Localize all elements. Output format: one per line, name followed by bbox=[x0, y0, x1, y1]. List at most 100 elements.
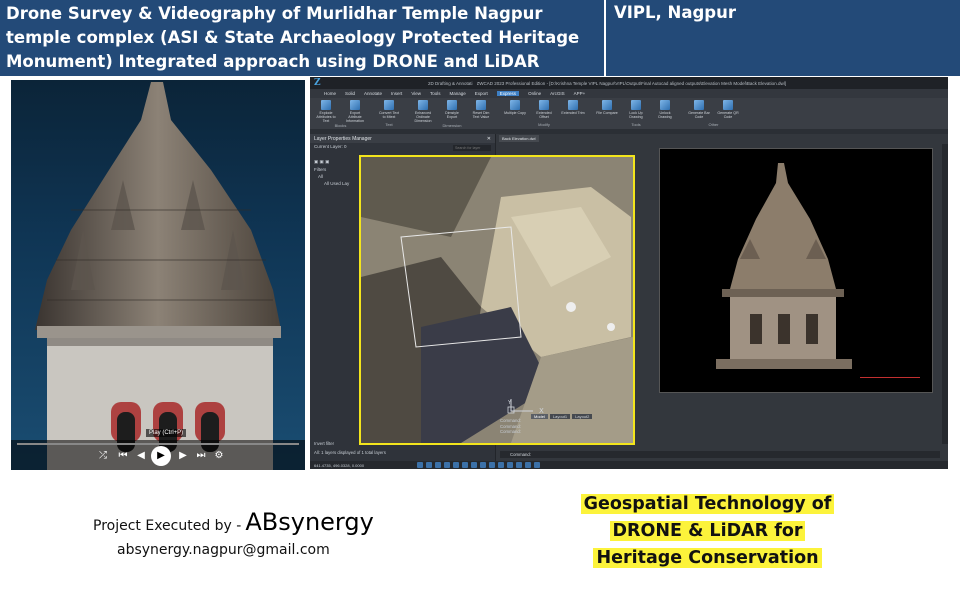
temple-pointcloud-video[interactable]: Play (Ctrl+P) ⤮ ⏮ ◀ ▶ ▶ ⏭ ⚙ bbox=[11, 80, 305, 470]
status-toggle-icon[interactable] bbox=[426, 462, 432, 468]
menu-annotate[interactable]: Annotate bbox=[364, 91, 382, 96]
tool-icon bbox=[539, 100, 549, 110]
layer-panel-title: Layer Properties Manager bbox=[314, 136, 372, 142]
menu-export[interactable]: Export bbox=[475, 91, 488, 96]
status-toggle-icon[interactable] bbox=[489, 462, 495, 468]
tool-label: Reset Dim Text Value bbox=[472, 111, 490, 119]
status-toggle-icon[interactable] bbox=[534, 462, 540, 468]
status-toggle-icon[interactable] bbox=[453, 462, 459, 468]
menu-express[interactable]: Express bbox=[496, 91, 520, 96]
ribbon-group-label: Dimension bbox=[442, 123, 462, 128]
tool-icon bbox=[631, 100, 641, 110]
menu-tools[interactable]: Tools bbox=[430, 91, 441, 96]
status-toggle-icon[interactable] bbox=[507, 462, 513, 468]
new-vp-layer-icon[interactable]: ▣ bbox=[320, 159, 324, 164]
video-player-controls: ⤮ ⏮ ◀ ▶ ▶ ⏭ ⚙ bbox=[11, 440, 305, 470]
tool-label: Generate QR Code bbox=[717, 111, 739, 119]
tool-icon bbox=[694, 100, 704, 110]
doc-tab-back-elevation[interactable]: Back Elevation.dwl bbox=[499, 135, 539, 142]
tool-lock-up-drawing[interactable]: Lock Up Drawing bbox=[624, 100, 648, 119]
shuffle-icon[interactable]: ⤮ bbox=[97, 450, 109, 462]
tool-file-compare[interactable]: File Compare bbox=[595, 100, 619, 119]
tool-explode-attributes-to-text[interactable]: Explode Attributes to Text bbox=[314, 100, 338, 123]
aerial-drone-viewport[interactable] bbox=[359, 155, 635, 445]
menu-app-[interactable]: APP+ bbox=[574, 91, 586, 96]
previous-icon[interactable]: ⏮ bbox=[117, 450, 129, 462]
workspace-switcher[interactable]: 2D Drafting & Annotati bbox=[428, 81, 473, 86]
ribbon-group-dimension: Enhanced Ordinate Dimension Dimstyle Expo… bbox=[411, 100, 493, 128]
new-layer-icon[interactable]: ▣ bbox=[314, 159, 318, 164]
status-toggle-icon[interactable] bbox=[435, 462, 441, 468]
layer-search-input[interactable]: Search for layer bbox=[453, 145, 491, 151]
ribbon-group-label: Other bbox=[708, 122, 719, 127]
rewind-icon[interactable]: ◀ bbox=[135, 450, 147, 462]
tool-dimstyle-export[interactable]: Dimstyle Export bbox=[440, 100, 464, 123]
next-icon[interactable]: ⏭ bbox=[195, 450, 207, 462]
tool-export-attribute-information[interactable]: Export Attribute Information bbox=[343, 100, 367, 123]
status-toggle-icon[interactable] bbox=[417, 462, 423, 468]
tool-icon bbox=[602, 100, 612, 110]
title-line: temple complex (ASI & State Archaeology … bbox=[6, 28, 580, 47]
tool-icon bbox=[510, 100, 520, 110]
menu-online[interactable]: Online bbox=[528, 91, 541, 96]
tool-generate-qr-code[interactable]: Generate QR Code bbox=[716, 100, 740, 119]
status-toggle-icon[interactable] bbox=[471, 462, 477, 468]
temple-elevation-model bbox=[716, 163, 852, 369]
vertical-scrollbar[interactable] bbox=[942, 144, 948, 444]
command-line: Command: bbox=[500, 429, 522, 434]
status-toggle-icon[interactable] bbox=[516, 462, 522, 468]
zwcad-logo-icon[interactable]: Z bbox=[314, 78, 324, 88]
play-icon[interactable]: ▶ bbox=[151, 446, 171, 466]
tool-icon bbox=[660, 100, 670, 110]
status-toggle-icon[interactable] bbox=[462, 462, 468, 468]
tool-multiple-copy[interactable]: Multiple Copy bbox=[503, 100, 527, 119]
tool-reset-dim-text-value[interactable]: Reset Dim Text Value bbox=[469, 100, 493, 123]
temple-3d-render[interactable] bbox=[659, 148, 933, 393]
ribbon-group-text: Convert Text to Mtext Text bbox=[377, 100, 401, 127]
command-history: Command: Command: Command: bbox=[500, 418, 940, 435]
tool-label: Export Attribute Information bbox=[346, 111, 364, 123]
tool-enhanced-ordinate-dimension[interactable]: Enhanced Ordinate Dimension bbox=[411, 100, 435, 123]
tool-icon bbox=[723, 100, 733, 110]
client-name: VIPL, Nagpur bbox=[606, 0, 960, 76]
status-toggle-icon[interactable] bbox=[525, 462, 531, 468]
tool-icon bbox=[321, 100, 331, 110]
contact-email[interactable]: absynergy.nagpur@gmail.com bbox=[117, 542, 330, 558]
tool-icon bbox=[384, 100, 394, 110]
aerial-image bbox=[361, 157, 633, 443]
tool-convert-text-to-mtext[interactable]: Convert Text to Mtext bbox=[377, 100, 401, 119]
menu-solid[interactable]: Solid bbox=[345, 91, 355, 96]
menu-home[interactable]: Home bbox=[324, 91, 336, 96]
layer-panel-header: Layer Properties Manager ✕ bbox=[310, 134, 495, 143]
tool-icon bbox=[568, 100, 578, 110]
layer-count: All: 1 layers displayed of 1 total layer… bbox=[314, 450, 386, 455]
forward-icon[interactable]: ▶ bbox=[177, 450, 189, 462]
project-title: Drone Survey & Videography of Murlidhar … bbox=[0, 0, 606, 76]
tool-unlock-drawing[interactable]: Unlock Drawing bbox=[653, 100, 677, 119]
seek-bar[interactable] bbox=[17, 443, 299, 445]
tool-label: Extended Trim bbox=[561, 111, 585, 115]
menu-arcgis[interactable]: ArcGIS bbox=[550, 91, 565, 96]
tool-label: Enhanced Ordinate Dimension bbox=[414, 111, 432, 123]
title-line: Monument) Integrated approach using DRON… bbox=[6, 52, 540, 71]
coordinate-readout: 641.4735, 496.0328, 0.0000 bbox=[314, 462, 365, 468]
tool-extended-trim[interactable]: Extended Trim bbox=[561, 100, 585, 119]
tool-icon bbox=[418, 100, 428, 110]
status-toggle-icon[interactable] bbox=[498, 462, 504, 468]
menu-view[interactable]: View bbox=[411, 91, 421, 96]
tagline-line: Heritage Conservation bbox=[593, 548, 822, 568]
tool-extended-offset[interactable]: Extended Offset bbox=[532, 100, 556, 119]
delete-layer-icon[interactable]: ▣ bbox=[325, 159, 329, 164]
status-toggle-icon[interactable] bbox=[444, 462, 450, 468]
tool-label: Dimstyle Export bbox=[445, 111, 459, 119]
status-toggle-icon[interactable] bbox=[480, 462, 486, 468]
menu-insert[interactable]: Insert bbox=[391, 91, 402, 96]
close-icon[interactable]: ✕ bbox=[487, 136, 491, 142]
menu-manage[interactable]: Manage bbox=[450, 91, 466, 96]
window-title: ZWCAD 2023 Professional Edition - [D:\Kr… bbox=[476, 80, 786, 86]
ribbon-tabs: Home Solid Annotate Insert View Tools Manage Ex… bbox=[310, 89, 948, 98]
settings-icon[interactable]: ⚙ bbox=[213, 450, 225, 462]
command-input[interactable]: Command: bbox=[500, 451, 940, 458]
executed-by: Project Executed by - ABsynergy bbox=[93, 508, 374, 536]
tool-generate-bar-code[interactable]: Generate Bar Code bbox=[687, 100, 711, 119]
